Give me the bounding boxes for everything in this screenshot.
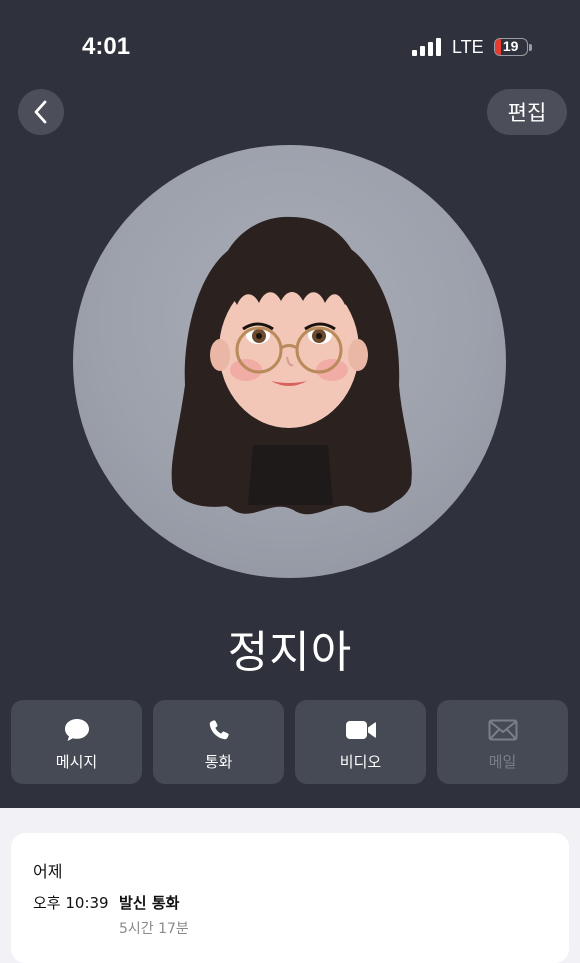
contact-header: 4:01 LTE 19 편집 정지아 메시지 통화 비디오 메일: [0, 0, 580, 808]
call-button-label: 통화: [204, 753, 233, 771]
recent-calls-card: 어제 오후 10:39 발신 통화 5시간 17분: [11, 833, 569, 963]
recent-calls-day: 어제: [33, 862, 63, 881]
battery-icon: 19: [493, 38, 528, 56]
call-type: 발신 통화: [119, 894, 180, 912]
mail-button[interactable]: 메일: [437, 700, 568, 784]
mail-button-label: 메일: [488, 753, 517, 771]
battery-percent: 19: [502, 38, 519, 54]
status-indicators: LTE 19: [412, 37, 532, 57]
contact-name: 정지아: [227, 627, 353, 678]
memoji-avatar: [171, 216, 412, 515]
network-type: LTE: [452, 36, 484, 57]
status-time: 4:01: [82, 33, 131, 60]
contact-avatar[interactable]: [73, 145, 506, 578]
back-button[interactable]: [18, 89, 64, 135]
video-camera-icon: [345, 721, 376, 739]
video-button-label: 비디오: [339, 753, 382, 771]
message-button[interactable]: 메시지: [11, 700, 142, 784]
message-bubble-icon: [64, 719, 89, 741]
call-button[interactable]: 통화: [153, 700, 284, 784]
action-buttons: 메시지 통화 비디오 메일: [11, 700, 569, 784]
video-button[interactable]: 비디오: [295, 700, 426, 784]
battery-tip: [528, 43, 532, 51]
signal-bars-icon: [412, 38, 441, 56]
chevron-left-icon: [34, 100, 47, 124]
call-time: 오후 10:39: [33, 894, 109, 912]
envelope-icon: [488, 719, 517, 741]
message-button-label: 메시지: [55, 753, 98, 771]
edit-button[interactable]: 편집: [487, 89, 567, 135]
phone-icon: [209, 720, 229, 740]
call-duration: 5시간 17분: [119, 921, 189, 937]
